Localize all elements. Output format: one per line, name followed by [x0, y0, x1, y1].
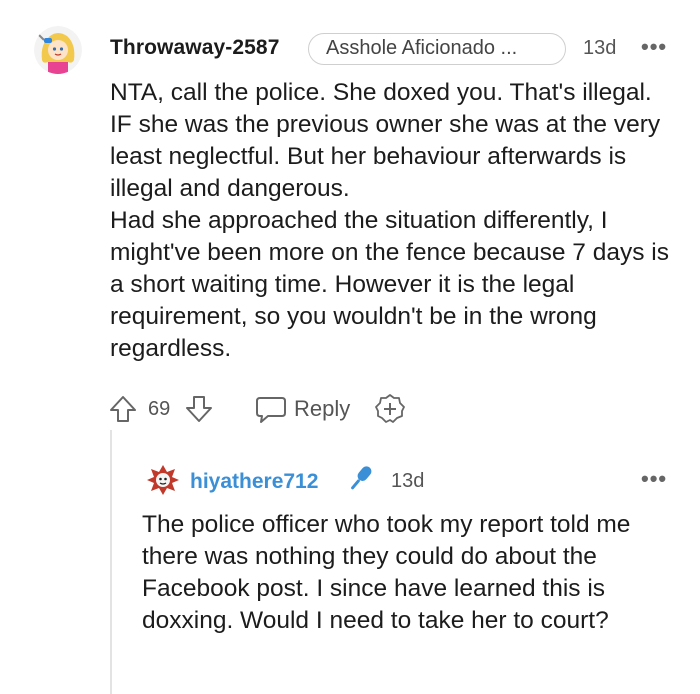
- user-avatar[interactable]: [34, 26, 82, 74]
- reply-author[interactable]: hiyathere712: [190, 470, 318, 494]
- more-options-icon[interactable]: •••: [641, 34, 667, 60]
- vote-count: 69: [148, 398, 171, 420]
- reply-body: The police officer who took my report to…: [142, 509, 682, 637]
- comment-paragraph: NTA, call the police. She doxed you. Tha…: [110, 79, 661, 202]
- reply-paragraph: The police officer who took my report to…: [142, 511, 631, 634]
- user-avatar[interactable]: [145, 462, 181, 498]
- award-icon[interactable]: [374, 393, 406, 430]
- comment-paragraph: Had she approached the situation differe…: [110, 207, 669, 362]
- user-flair: Asshole Aficionado ...: [308, 33, 566, 65]
- reply-icon[interactable]: [254, 394, 288, 429]
- comment-body: NTA, call the police. She doxed you. Tha…: [110, 77, 680, 365]
- comment-author[interactable]: Throwaway-2587: [110, 36, 279, 60]
- reply-timestamp: 13d: [391, 470, 425, 492]
- microphone-icon: [343, 462, 377, 496]
- upvote-icon[interactable]: [108, 394, 138, 429]
- downvote-icon[interactable]: [184, 394, 214, 429]
- reply-button[interactable]: Reply: [294, 396, 350, 422]
- more-options-icon[interactable]: •••: [641, 466, 667, 492]
- thread-line[interactable]: [110, 430, 112, 694]
- comment-timestamp: 13d: [583, 37, 617, 59]
